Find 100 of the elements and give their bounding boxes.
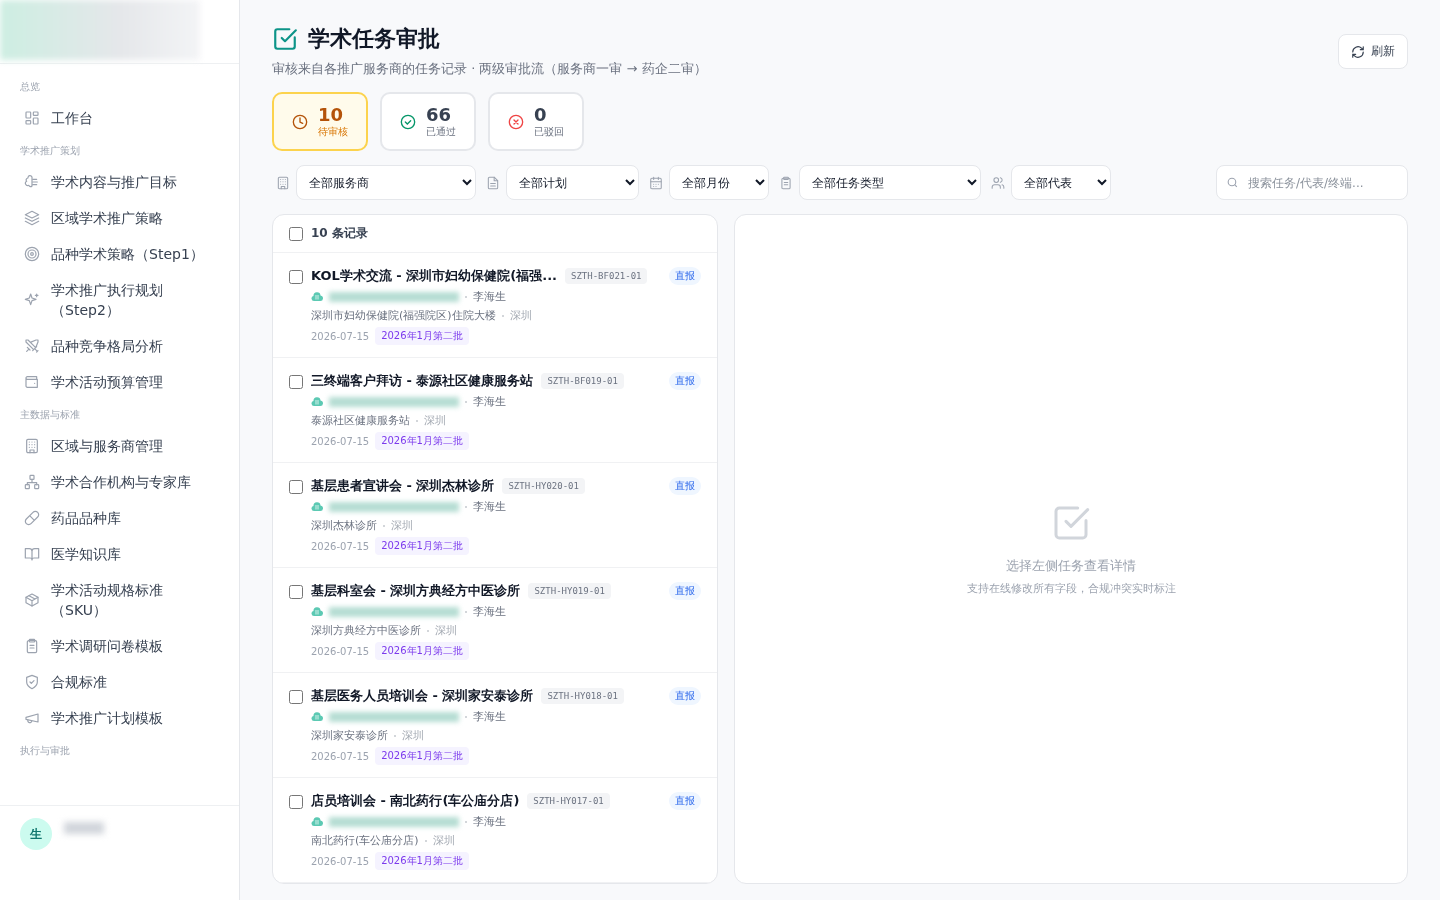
task-code: SZTH-HY017-01 [527, 793, 610, 809]
stat-value: 0 [534, 104, 548, 125]
batch-tag: 2026年1月第二批 [375, 852, 469, 870]
site-name: 深圳市妇幼保健院(福强院区)住院大楼 [311, 308, 496, 323]
task-title[interactable]: 基层医务人员培训会 - 深圳家安泰诊所 [311, 687, 534, 705]
page-title: 学术任务审批 [308, 25, 440, 53]
cloud-icon [311, 710, 323, 723]
calendar-icon [649, 175, 663, 190]
report-tag: 直报 [669, 687, 701, 705]
check-square-icon [272, 26, 298, 52]
task-date: 2026-07-15 [311, 645, 370, 657]
batch-tag: 2026年1月第二批 [375, 432, 469, 450]
refresh-button[interactable]: 刷新 [1338, 34, 1408, 69]
file-icon [486, 175, 500, 190]
stat-card[interactable]: 10 待审核 [272, 92, 368, 151]
cloud-icon [311, 395, 323, 408]
city-name: 深圳 [509, 308, 532, 323]
sparkle-icon [24, 292, 40, 308]
layers-icon [24, 210, 40, 226]
target-icon [24, 246, 40, 262]
book-icon [24, 546, 40, 562]
page-subtitle: 审核来自各推广服务商的任务记录 · 两级审批流（服务商一审 → 药企二审） [272, 60, 707, 78]
clipboard-icon [779, 175, 793, 190]
cloud-icon [311, 605, 323, 618]
rep-name: 李海生 [473, 289, 506, 304]
building-icon [276, 175, 290, 190]
task-title[interactable]: 三终端客户拜访 - 泰源社区健康服务站 [311, 372, 534, 390]
site-name: 深圳方典经方中医诊所 [311, 623, 421, 638]
nav-item[interactable]: 学术活动规格标准（SKU） [0, 572, 239, 628]
wallet-icon [24, 374, 40, 390]
nav-item[interactable]: 品种学术策略（Step1） [0, 236, 239, 272]
nav-item[interactable]: 区域与服务商管理 [0, 428, 239, 464]
task-title[interactable]: 基层患者宣讲会 - 深圳杰林诊所 [311, 477, 495, 495]
section-heading: 主数据与标准 [19, 408, 81, 422]
nav-item[interactable]: 品种竞争格局分析 [0, 328, 239, 364]
nav-item[interactable]: 药品品种库 [0, 500, 239, 536]
shield-icon [24, 674, 40, 690]
row-checkbox[interactable] [289, 585, 303, 599]
nav-item[interactable]: 医学知识库 [0, 536, 239, 572]
filter-dropdown[interactable]: 全部计划 [506, 165, 639, 200]
row-checkbox[interactable] [289, 270, 303, 284]
row-checkbox[interactable] [289, 480, 303, 494]
city-name: 深圳 [435, 623, 457, 638]
batch-tag: 2026年1月第二批 [375, 642, 469, 660]
city-name: 深圳 [432, 833, 455, 848]
section-heading: 学术推广策划 [19, 144, 81, 158]
brain-icon [24, 174, 40, 190]
filter-dropdown[interactable]: 全部代表 [1011, 165, 1111, 200]
rep-name: 李海生 [473, 814, 506, 829]
nav-item[interactable]: 学术推广计划模板 [0, 700, 239, 736]
network-icon [24, 474, 40, 490]
select-all-checkbox[interactable] [289, 226, 303, 241]
box-icon [24, 592, 40, 608]
filter-dropdown[interactable]: 全部月份 [669, 165, 769, 200]
task-date: 2026-07-15 [311, 750, 370, 762]
nav-item[interactable]: 学术调研问卷模板 [0, 628, 239, 664]
stat-label: 待审核 [318, 124, 348, 139]
city-name: 深圳 [402, 728, 424, 743]
nav-item[interactable]: 合规标准 [0, 664, 239, 700]
task-title[interactable]: 基层科室会 - 深圳方典经方中医诊所 [311, 582, 521, 600]
report-tag: 直报 [669, 372, 701, 390]
rep-name: 李海生 [473, 499, 506, 514]
site-name: 南北药行(车公庙分店) [311, 833, 419, 848]
batch-tag: 2026年1月第二批 [375, 327, 469, 345]
stat-value: 66 [426, 104, 453, 125]
nav-item[interactable]: 学术推广执行规划（Step2） [0, 272, 239, 328]
row-checkbox[interactable] [289, 375, 303, 389]
search-field[interactable]: 搜索任务/代表/终端... [1216, 165, 1408, 200]
report-tag: 直报 [669, 267, 701, 285]
nav-item[interactable]: 学术合作机构与专家库 [0, 464, 239, 500]
filter-dropdown[interactable]: 全部任务类型 [799, 165, 981, 200]
nav-item[interactable]: 工作台 [0, 100, 239, 136]
stat-label: 已通过 [426, 124, 456, 139]
row-checkbox[interactable] [289, 690, 303, 704]
task-code: SZTH-BF021-01 [565, 268, 648, 284]
task-code: SZTH-HY020-01 [502, 478, 585, 494]
stat-card[interactable]: 0 已驳回 [488, 92, 584, 151]
report-tag: 直报 [669, 792, 701, 810]
task-date: 2026-07-15 [311, 540, 370, 552]
rep-name: 李海生 [473, 709, 506, 724]
section-heading: 总览 [19, 80, 41, 94]
site-name: 深圳杰林诊所 [311, 518, 377, 533]
task-date: 2026-07-15 [311, 435, 370, 447]
row-checkbox[interactable] [289, 795, 303, 809]
nav-item[interactable]: 区域学术推广策略 [0, 200, 239, 236]
batch-tag: 2026年1月第二批 [375, 537, 469, 555]
cloud-icon [311, 500, 323, 513]
task-title[interactable]: 店员培训会 - 南北药行(车公庙分店) [311, 792, 520, 810]
stat-card[interactable]: 66 已通过 [380, 92, 476, 151]
rep-name: 李海生 [473, 394, 506, 409]
nav-item[interactable]: 学术内容与推广目标 [0, 164, 239, 200]
task-title[interactable]: KOL学术交流 - 深圳市妇幼保健院(福强... [311, 267, 558, 285]
clipboard-icon [24, 638, 40, 654]
city-name: 深圳 [391, 518, 413, 533]
user-avatar: 生 [20, 818, 52, 850]
task-code: SZTH-BF019-01 [541, 373, 624, 389]
section-heading: 执行与审批 [19, 744, 71, 758]
nav-item[interactable]: 学术活动预算管理 [0, 364, 239, 400]
filter-dropdown[interactable]: 全部服务商 [296, 165, 476, 200]
rep-name: 李海生 [473, 604, 506, 619]
